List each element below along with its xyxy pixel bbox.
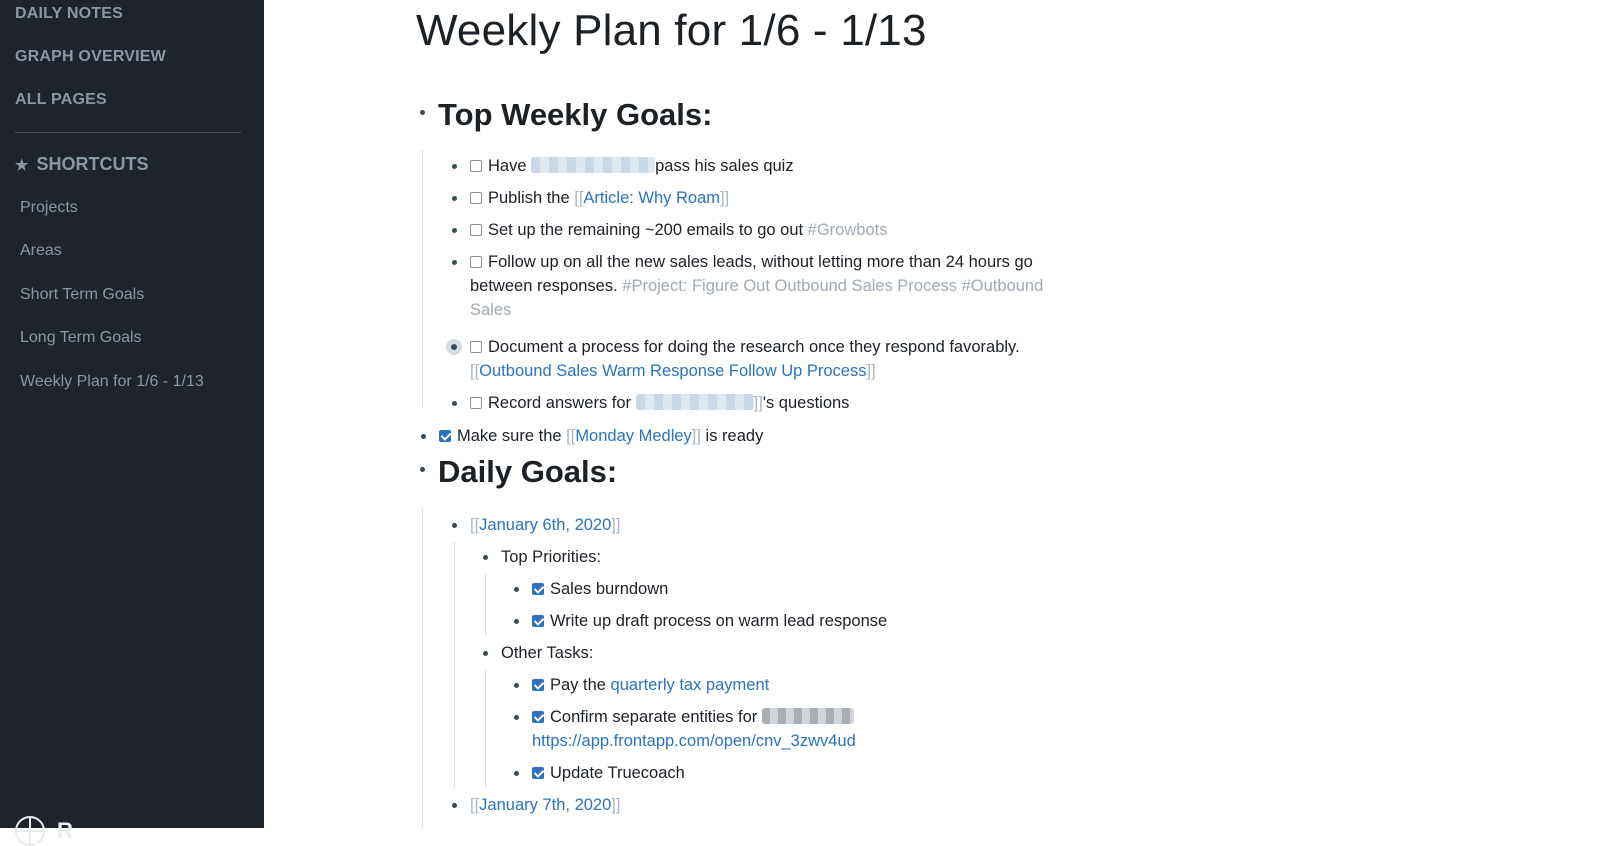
bullet-icon[interactable] [452,164,457,169]
list-item[interactable]: [[January 7th, 2020]] [470,793,620,817]
shortcut-long-term-goals[interactable]: Long Term Goals [20,329,142,347]
done-checkbox[interactable] [532,583,544,595]
bullet-icon[interactable] [514,683,519,688]
list-item[interactable]: Confirm separate entities for [532,705,854,729]
tag-outbound-sales-cont[interactable]: Sales [470,301,511,319]
indent-guide [422,150,423,408]
bullet-icon-hover[interactable] [446,339,462,355]
nav-graph-overview[interactable]: GRAPH OVERVIEW [15,48,166,66]
done-checkbox[interactable] [439,430,451,442]
redacted-name [635,394,754,410]
done-checkbox[interactable] [532,615,544,627]
bullet-icon[interactable] [514,619,519,624]
redacted-name [531,157,656,173]
bullet-icon[interactable] [420,110,425,115]
page-link-warm-response-process[interactable]: Outbound Sales Warm Response Follow Up P… [479,362,866,380]
indent-guide [485,670,486,788]
bullet-icon[interactable] [483,555,488,560]
todo-checkbox[interactable] [470,256,482,268]
nav-all-pages[interactable]: ALL PAGES [15,91,107,109]
bullet-icon[interactable] [420,467,425,472]
list-item[interactable]: [[January 6th, 2020]] [470,513,620,537]
link-frontapp-url[interactable]: https://app.frontapp.com/open/cnv_3zwv4u… [532,732,856,750]
bullet-icon[interactable] [452,401,457,406]
heading-daily-goals[interactable]: Daily Goals: [438,454,617,490]
todo-checkbox[interactable] [470,192,482,204]
star-icon: ★ [15,157,29,174]
list-item[interactable]: Write up draft process on warm lead resp… [532,609,887,633]
list-item[interactable]: Sales burndown [532,577,668,601]
indent-guide [454,542,455,788]
indent-guide [422,508,423,828]
bullet-icon[interactable] [452,803,457,808]
tag-project-outbound-sales[interactable]: #Project: Figure Out Outbound Sales Proc… [622,277,957,295]
redacted-name [761,708,854,724]
roam-logo-icon[interactable] [15,816,45,846]
list-item[interactable]: Pay the quarterly tax payment [532,673,769,697]
shortcut-areas[interactable]: Areas [20,242,62,260]
shortcut-projects[interactable]: Projects [20,199,78,217]
list-item-continuation[interactable]: [[Outbound Sales Warm Response Follow Up… [470,359,876,383]
todo-checkbox[interactable] [470,160,482,172]
todo-checkbox[interactable] [470,397,482,409]
shortcuts-label: SHORTCUTS [36,154,149,174]
bullet-icon[interactable] [452,260,457,265]
todo-checkbox[interactable] [470,224,482,236]
done-checkbox[interactable] [532,679,544,691]
sidebar-divider [15,132,241,133]
list-item[interactable]: Set up the remaining ~200 emails to go o… [470,218,887,242]
page-title[interactable]: Weekly Plan for 1/6 - 1/13 [416,6,927,56]
list-item-continuation[interactable]: between responses. #Project: Figure Out … [470,274,1043,298]
shortcut-short-term-goals[interactable]: Short Term Goals [20,286,144,304]
indent-guide [485,574,486,636]
page-link-monday-medley[interactable]: Monday Medley [575,427,691,445]
list-item-continuation[interactable]: https://app.frontapp.com/open/cnv_3zwv4u… [532,729,856,753]
done-checkbox[interactable] [532,767,544,779]
list-item[interactable]: Record answers for ]]'s questions [470,391,849,415]
bullet-icon[interactable] [514,715,519,720]
list-item[interactable]: Top Priorities: [501,545,601,569]
list-item-continuation[interactable]: Sales [470,298,511,322]
tag-outbound-sales[interactable]: #Outbound [957,277,1044,295]
page-link-january-7th[interactable]: January 7th, 2020 [479,796,611,814]
bullet-icon[interactable] [514,587,519,592]
bullet-icon[interactable] [514,771,519,776]
shortcuts-header: ★ SHORTCUTS [15,154,148,175]
shortcut-weekly-plan[interactable]: Weekly Plan for 1/6 - 1/13 [20,373,204,391]
brand-name: R [57,818,73,843]
list-item[interactable]: Document a process for doing the researc… [470,335,1020,359]
list-item[interactable]: Update Truecoach [532,761,685,785]
list-item[interactable]: Have pass his sales quiz [470,154,794,178]
done-checkbox[interactable] [532,711,544,723]
list-item[interactable]: Follow up on all the new sales leads, wi… [470,250,1033,274]
heading-top-weekly-goals[interactable]: Top Weekly Goals: [438,97,712,133]
bullet-icon[interactable] [452,196,457,201]
bullet-icon[interactable] [483,651,488,656]
link-quarterly-tax-payment[interactable]: quarterly tax payment [611,676,770,694]
bullet-icon[interactable] [421,434,426,439]
todo-checkbox[interactable] [470,341,482,353]
sidebar: DAILY NOTES GRAPH OVERVIEW ALL PAGES ★ SH… [0,0,264,846]
nav-daily-notes[interactable]: DAILY NOTES [15,5,123,23]
list-item[interactable]: Publish the [[Article: Why Roam]] [470,186,729,210]
tag-growbots[interactable]: #Growbots [808,221,888,239]
list-item[interactable]: Other Tasks: [501,641,593,665]
page-link-january-6th[interactable]: January 6th, 2020 [479,516,611,534]
list-item[interactable]: Make sure the [[Monday Medley]] is ready [439,424,763,448]
page-link-article-why-roam[interactable]: Article: Why Roam [583,189,720,207]
bullet-icon[interactable] [452,523,457,528]
bullet-icon[interactable] [452,228,457,233]
